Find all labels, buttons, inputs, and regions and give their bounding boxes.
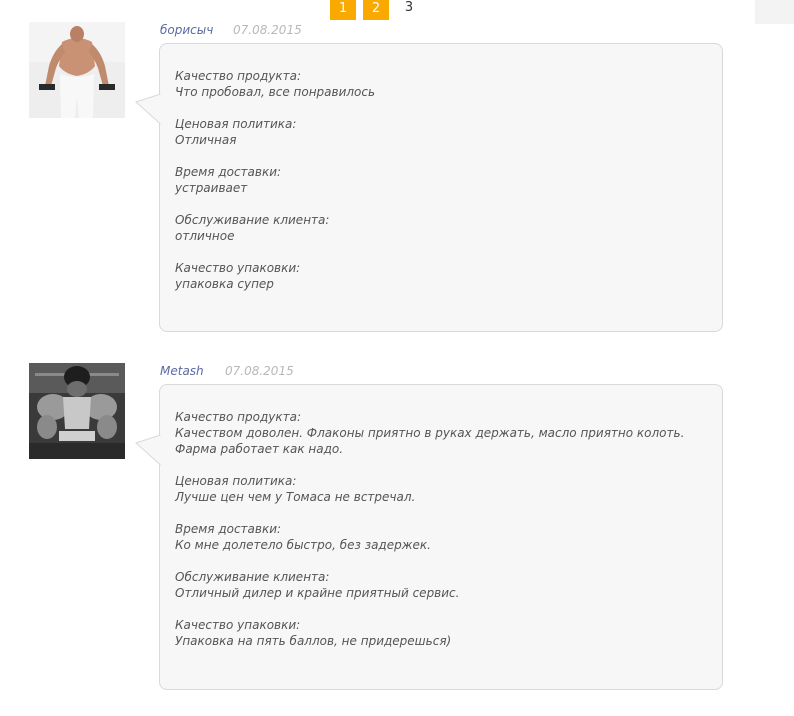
review-field: Качество упаковки: упаковка супер: [175, 260, 705, 292]
review-field: Обслуживание клиента: Отличный дилер и к…: [175, 569, 705, 601]
review-author[interactable]: Metash: [160, 364, 204, 378]
review-field: Качество продукта: Качеством доволен. Фл…: [175, 409, 705, 457]
field-label: Ценовая политика:: [175, 117, 297, 131]
review-field: Время доставки: устраивает: [175, 164, 705, 196]
field-label: Качество продукта:: [175, 69, 301, 83]
field-value: Отличный дилер и крайне приятный сервис.: [175, 586, 460, 600]
bubble-tail: [135, 93, 161, 125]
field-value: Упаковка на пять баллов, не придерешься): [175, 634, 452, 648]
page-1-link[interactable]: 1: [330, 0, 356, 20]
field-value: Что пробовал, все понравилось: [175, 85, 376, 99]
field-value: Ко мне долетело быстро, без задержек.: [175, 538, 431, 552]
review-field: Качество продукта: Что пробовал, все пон…: [175, 68, 705, 100]
field-value: отличное: [175, 229, 235, 243]
review-field: Ценовая политика: Отличная: [175, 116, 705, 148]
avatar-metash[interactable]: [29, 363, 125, 459]
field-value: устраивает: [175, 181, 248, 195]
field-label: Качество продукта:: [175, 410, 301, 424]
review-field: Ценовая политика: Лучше цен чем у Томаса…: [175, 473, 705, 505]
review-bubble: Качество продукта: Качеством доволен. Фл…: [135, 384, 723, 690]
review-field: Время доставки: Ко мне долетело быстро, …: [175, 521, 705, 553]
field-value: Качеством доволен. Флаконы приятно в рук…: [175, 426, 685, 456]
field-label: Время доставки:: [175, 522, 282, 536]
bubble-tail: [135, 434, 161, 466]
field-value: Отличная: [175, 133, 237, 147]
field-label: Качество упаковки:: [175, 618, 301, 632]
field-label: Обслуживание клиента:: [175, 570, 330, 584]
review-date: 07.08.2015: [233, 23, 302, 37]
review-author[interactable]: борисыч: [160, 23, 213, 37]
page-3-current: 3: [404, 0, 414, 15]
field-label: Обслуживание клиента:: [175, 213, 330, 227]
field-value: Лучше цен чем у Томаса не встречал.: [175, 490, 416, 504]
field-value: упаковка супер: [175, 277, 274, 291]
field-label: Качество упаковки:: [175, 261, 301, 275]
review-date: 07.08.2015: [225, 364, 294, 378]
field-label: Ценовая политика:: [175, 474, 297, 488]
review-field: Качество упаковки: Упаковка на пять балл…: [175, 617, 705, 649]
field-label: Время доставки:: [175, 165, 282, 179]
avatar-borisych[interactable]: [29, 22, 125, 118]
review-bubble: Качество продукта: Что пробовал, все пон…: [135, 43, 723, 332]
corner-panel: [755, 0, 794, 24]
review-field: Обслуживание клиента: отличное: [175, 212, 705, 244]
page-2-link[interactable]: 2: [363, 0, 389, 20]
